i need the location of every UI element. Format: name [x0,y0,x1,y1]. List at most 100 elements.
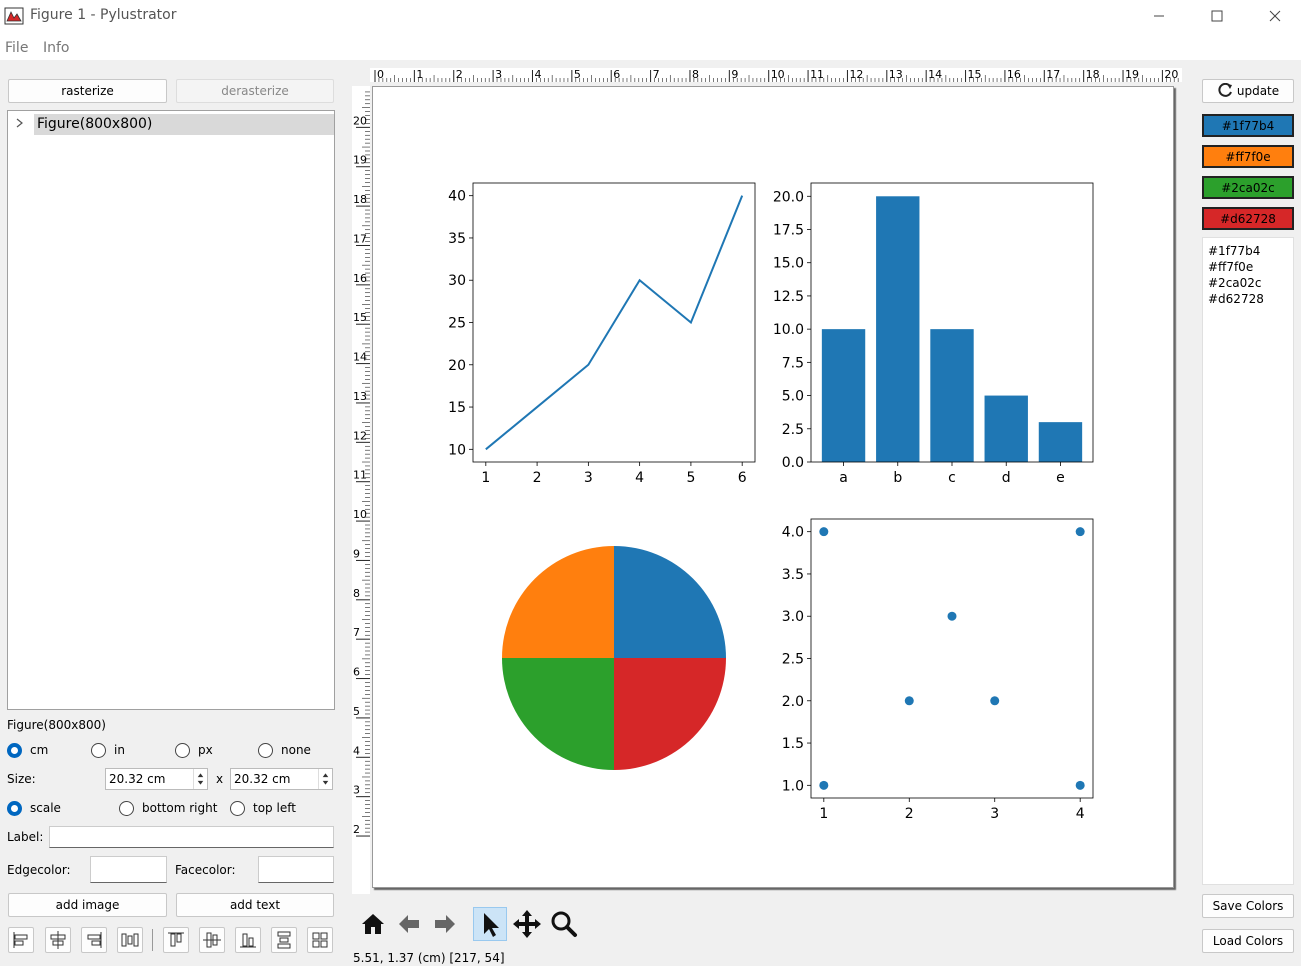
align-center-h-button[interactable] [45,927,71,953]
scatter-point [990,696,1000,706]
unit-none-label: none [281,743,311,757]
ruler-label: 4 [534,68,541,81]
bar [930,329,974,462]
align-bottom-button[interactable] [235,927,261,953]
x-tick-label: 5 [686,470,695,486]
ruler-label: 4 [353,744,360,757]
zoom-button[interactable] [547,907,581,941]
x-tick-label: b [893,470,902,486]
line-chart: 10 15 20 25 30 35 40 1 2 3 4 5 6 [448,182,756,486]
pan-button[interactable] [510,907,544,941]
anchor-top-left-radio[interactable] [230,801,245,816]
menu-file[interactable]: File [5,40,28,56]
chevron-right-icon[interactable] [15,118,25,128]
ruler-label: 2 [456,68,463,81]
ruler-label: 18 [353,193,367,206]
y-tick-label: 2.5 [782,652,804,668]
x-tick-label: 1 [819,806,828,822]
rasterize-button[interactable]: rasterize [8,79,167,103]
ruler-label: 10 [771,68,785,81]
height-spinbox[interactable]: 20.32 cm [230,768,333,790]
back-button[interactable] [392,907,426,941]
scatter-point [1075,527,1085,537]
y-tick-label: 1.0 [782,778,804,794]
anchor-bottom-right-radio[interactable] [119,801,134,816]
pie-slice [502,546,614,658]
width-spinbox[interactable]: 20.32 cm [105,768,208,790]
edgecolor-button[interactable] [90,856,167,883]
pie-slice [614,658,726,770]
bar [1038,422,1083,462]
x-tick-label: 2 [533,470,542,486]
derasterize-button[interactable]: derasterize [176,79,334,103]
align-center-v-button[interactable] [199,927,225,953]
scatter-point [819,780,829,790]
home-button[interactable] [356,907,390,941]
element-tree[interactable]: Figure(800x800) [7,110,335,710]
bar [984,395,1028,462]
tree-item-figure[interactable]: Figure(800x800) [34,114,334,135]
unit-cm-radio[interactable] [7,743,22,758]
ruler-label: 17 [1046,68,1060,81]
x-tick-label: 6 [738,470,747,486]
y-tick-label: 3.0 [782,609,804,625]
app-icon [4,7,24,25]
color-button-red[interactable]: #d62728 [1202,207,1294,230]
unit-none-radio[interactable] [258,743,273,758]
add-text-button[interactable]: add text [176,893,334,917]
distribute-v-button[interactable] [271,927,297,953]
ruler-label: 9 [731,68,738,81]
close-icon [1269,10,1281,22]
grid-layout-button[interactable] [307,927,333,953]
select-tool-button[interactable] [473,907,507,941]
anchor-bottom-right-label: bottom right [142,801,218,815]
unit-px-radio[interactable] [175,743,190,758]
ruler-label: 5 [353,705,360,718]
pie-slice [502,658,614,770]
figure-svg[interactable]: 101520253035401 2 3 4 5 60.02.55.07.510.012.5… [373,87,1173,887]
save-colors-button[interactable]: Save Colors [1202,894,1294,918]
distribute-h-icon [121,933,139,947]
figure-canvas[interactable]: 10 15 20 25 30 35 40 1 2 3 4 5 6 0.0 2.5 5.0 7.5 10.0 12.5… [372,86,1174,888]
unit-in-radio[interactable] [91,743,106,758]
x-tick-label: 3 [584,470,593,486]
anchor-scale-radio[interactable] [7,801,22,816]
add-image-button[interactable]: add image [8,893,167,917]
color-button-blue[interactable]: #1f77b4 [1202,114,1294,137]
x-tick-label: 4 [635,470,644,486]
bar [821,329,866,462]
ruler-label: 11 [810,68,824,81]
ruler-label: 6 [613,68,620,81]
label-input[interactable] [49,826,334,848]
maximize-button[interactable] [1188,0,1246,32]
spin-arrows-icon[interactable] [193,769,207,789]
load-colors-button[interactable]: Load Colors [1202,929,1294,953]
ruler-label: 16 [1007,68,1021,81]
color-button-orange[interactable]: #ff7f0e [1202,145,1294,168]
forward-button[interactable] [428,907,462,941]
ruler-label: 3 [495,68,502,81]
align-top-button[interactable] [163,927,189,953]
align-left-button[interactable] [8,927,34,953]
colors-textarea[interactable]: #1f77b4 #ff7f0e #2ca02c #d62728 [1202,237,1294,885]
ruler-label: 15 [968,68,982,81]
y-tick-label: 4.0 [782,525,804,541]
y-tick-label: 40 [448,189,466,205]
color-button-green[interactable]: #2ca02c [1202,176,1294,199]
update-button[interactable]: update [1202,79,1294,103]
pie-chart [502,546,726,770]
ruler-label: 0 [377,68,384,81]
ruler-label: 15 [353,311,367,324]
menu-info[interactable]: Info [43,40,70,56]
update-label: update [1236,84,1280,98]
refresh-icon [1218,83,1232,97]
close-button[interactable] [1246,0,1301,32]
y-tick-label: 1.5 [782,736,804,752]
y-tick-label: 7.5 [782,355,804,371]
align-right-button[interactable] [81,927,107,953]
facecolor-button[interactable] [258,856,334,883]
minimize-button[interactable] [1130,0,1188,32]
distribute-h-button[interactable] [117,927,143,953]
grid-icon [312,932,328,948]
spin-arrows-icon[interactable] [318,769,332,789]
